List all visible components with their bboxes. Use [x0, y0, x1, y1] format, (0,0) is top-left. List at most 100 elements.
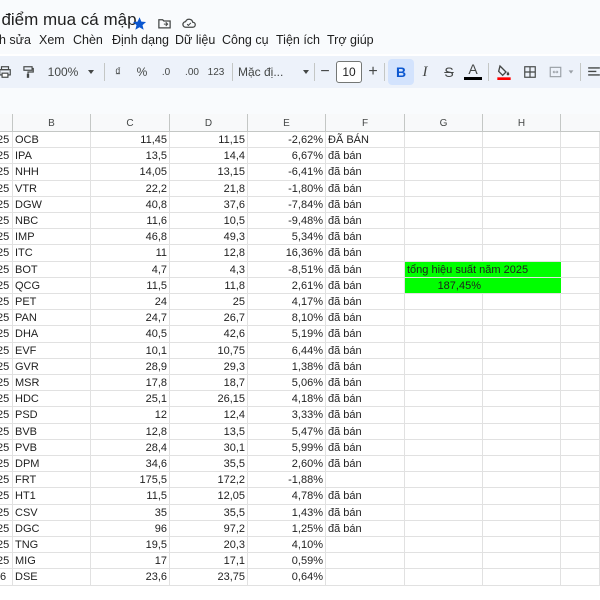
cell-b[interactable]: DHA: [13, 326, 91, 343]
chevron-down-icon[interactable]: [300, 60, 312, 84]
cell-h[interactable]: [483, 553, 561, 570]
cell-e[interactable]: 5,99%: [248, 439, 326, 456]
cell-d[interactable]: 13,5: [170, 423, 248, 440]
cell-h[interactable]: [483, 569, 561, 586]
cell-f[interactable]: đã bán: [326, 391, 405, 408]
cell-b[interactable]: ITC: [13, 245, 91, 262]
cell-g[interactable]: [405, 148, 483, 165]
cell-c[interactable]: 35: [91, 504, 170, 521]
cell-i[interactable]: [561, 391, 600, 408]
cell-g[interactable]: [405, 229, 483, 246]
cell-d[interactable]: 11,8: [170, 277, 248, 294]
cell-g[interactable]: [405, 520, 483, 537]
cell-g[interactable]: [405, 310, 483, 327]
cell-b[interactable]: IPA: [13, 148, 91, 165]
cell-b[interactable]: VTR: [13, 180, 91, 197]
cell-a[interactable]: 25: [0, 245, 13, 262]
cell-a[interactable]: 25: [0, 456, 13, 473]
cell-a[interactable]: 25: [0, 294, 13, 311]
cell-a[interactable]: 25: [0, 180, 13, 197]
cell-d[interactable]: 42,6: [170, 326, 248, 343]
cell-c[interactable]: 11,45: [91, 132, 170, 149]
cell-d[interactable]: 12,05: [170, 488, 248, 505]
column-header-b[interactable]: B: [13, 114, 91, 132]
cell-a[interactable]: 25: [0, 261, 13, 278]
cell-h[interactable]: [483, 391, 561, 408]
cell-f[interactable]: [326, 472, 405, 489]
cell-g[interactable]: [405, 472, 483, 489]
column-header-i[interactable]: [561, 114, 600, 132]
cell-e[interactable]: 0,59%: [248, 553, 326, 570]
cell-d[interactable]: 49,3: [170, 229, 248, 246]
cell-h[interactable]: [483, 472, 561, 489]
chevron-down-icon[interactable]: [566, 60, 576, 84]
cell-d[interactable]: 4,3: [170, 261, 248, 278]
merge-cells-icon[interactable]: [544, 60, 566, 84]
cell-i[interactable]: [561, 439, 600, 456]
cell-g[interactable]: [405, 423, 483, 440]
cell-g[interactable]: [405, 342, 483, 359]
cell-h[interactable]: [483, 326, 561, 343]
cell-g[interactable]: [405, 391, 483, 408]
cell-b[interactable]: QCG: [13, 277, 91, 294]
cell-d[interactable]: 18,7: [170, 375, 248, 392]
cell-h[interactable]: [483, 196, 561, 213]
cell-i[interactable]: [561, 504, 600, 521]
cell-i[interactable]: [561, 310, 600, 327]
cell-b[interactable]: DPM: [13, 456, 91, 473]
cell-c[interactable]: 24: [91, 294, 170, 311]
cell-f[interactable]: đã bán: [326, 294, 405, 311]
cell-a[interactable]: 25: [0, 148, 13, 165]
cell-i[interactable]: [561, 229, 600, 246]
column-header-c[interactable]: C: [91, 114, 170, 132]
cell-f[interactable]: đã bán: [326, 456, 405, 473]
cell-c[interactable]: 11: [91, 245, 170, 262]
cell-g[interactable]: [405, 488, 483, 505]
cell-f[interactable]: đã bán: [326, 229, 405, 246]
cell-a[interactable]: 25: [0, 213, 13, 230]
zoom-select[interactable]: 100%: [44, 60, 82, 84]
cell-b[interactable]: CSV: [13, 504, 91, 521]
cell-h[interactable]: [483, 375, 561, 392]
cell-i[interactable]: [561, 488, 600, 505]
cell-i[interactable]: [561, 261, 600, 278]
cell-c[interactable]: 11,5: [91, 488, 170, 505]
cell-f[interactable]: đã bán: [326, 277, 405, 294]
cell-c[interactable]: 40,5: [91, 326, 170, 343]
cell-e[interactable]: -6,41%: [248, 164, 326, 181]
cell-h[interactable]: [483, 277, 561, 294]
italic-button[interactable]: I: [416, 60, 434, 84]
cell-b[interactable]: PET: [13, 294, 91, 311]
cell-i[interactable]: [561, 472, 600, 489]
menu-help[interactable]: Trợ giúp: [327, 33, 374, 47]
cell-h[interactable]: [483, 148, 561, 165]
cell-f[interactable]: đã bán: [326, 164, 405, 181]
cell-a[interactable]: /6: [0, 569, 13, 586]
cell-h[interactable]: [483, 310, 561, 327]
cell-i[interactable]: [561, 375, 600, 392]
cell-a[interactable]: 25: [0, 326, 13, 343]
cell-d[interactable]: 20,3: [170, 537, 248, 554]
cell-h[interactable]: [483, 132, 561, 149]
cell-g[interactable]: [405, 326, 483, 343]
cell-b[interactable]: HT1: [13, 488, 91, 505]
cell-b[interactable]: EVF: [13, 342, 91, 359]
cell-g[interactable]: [405, 569, 483, 586]
cell-c[interactable]: 96: [91, 520, 170, 537]
cell-g[interactable]: [405, 213, 483, 230]
cell-a[interactable]: 25: [0, 423, 13, 440]
decrease-decimal-button[interactable]: .0: [155, 60, 177, 84]
cell-a[interactable]: 25: [0, 537, 13, 554]
cell-h[interactable]: [483, 294, 561, 311]
cell-h[interactable]: [483, 342, 561, 359]
print-icon[interactable]: [0, 60, 14, 84]
cell-c[interactable]: 22,2: [91, 180, 170, 197]
cell-g[interactable]: [405, 407, 483, 424]
cell-h[interactable]: [483, 229, 561, 246]
cell-d[interactable]: 29,3: [170, 358, 248, 375]
increase-decimal-button[interactable]: .00: [180, 60, 204, 84]
cell-i[interactable]: [561, 196, 600, 213]
cell-b[interactable]: GVR: [13, 358, 91, 375]
decrease-font-size-icon[interactable]: −: [318, 60, 332, 84]
cell-g[interactable]: [405, 375, 483, 392]
